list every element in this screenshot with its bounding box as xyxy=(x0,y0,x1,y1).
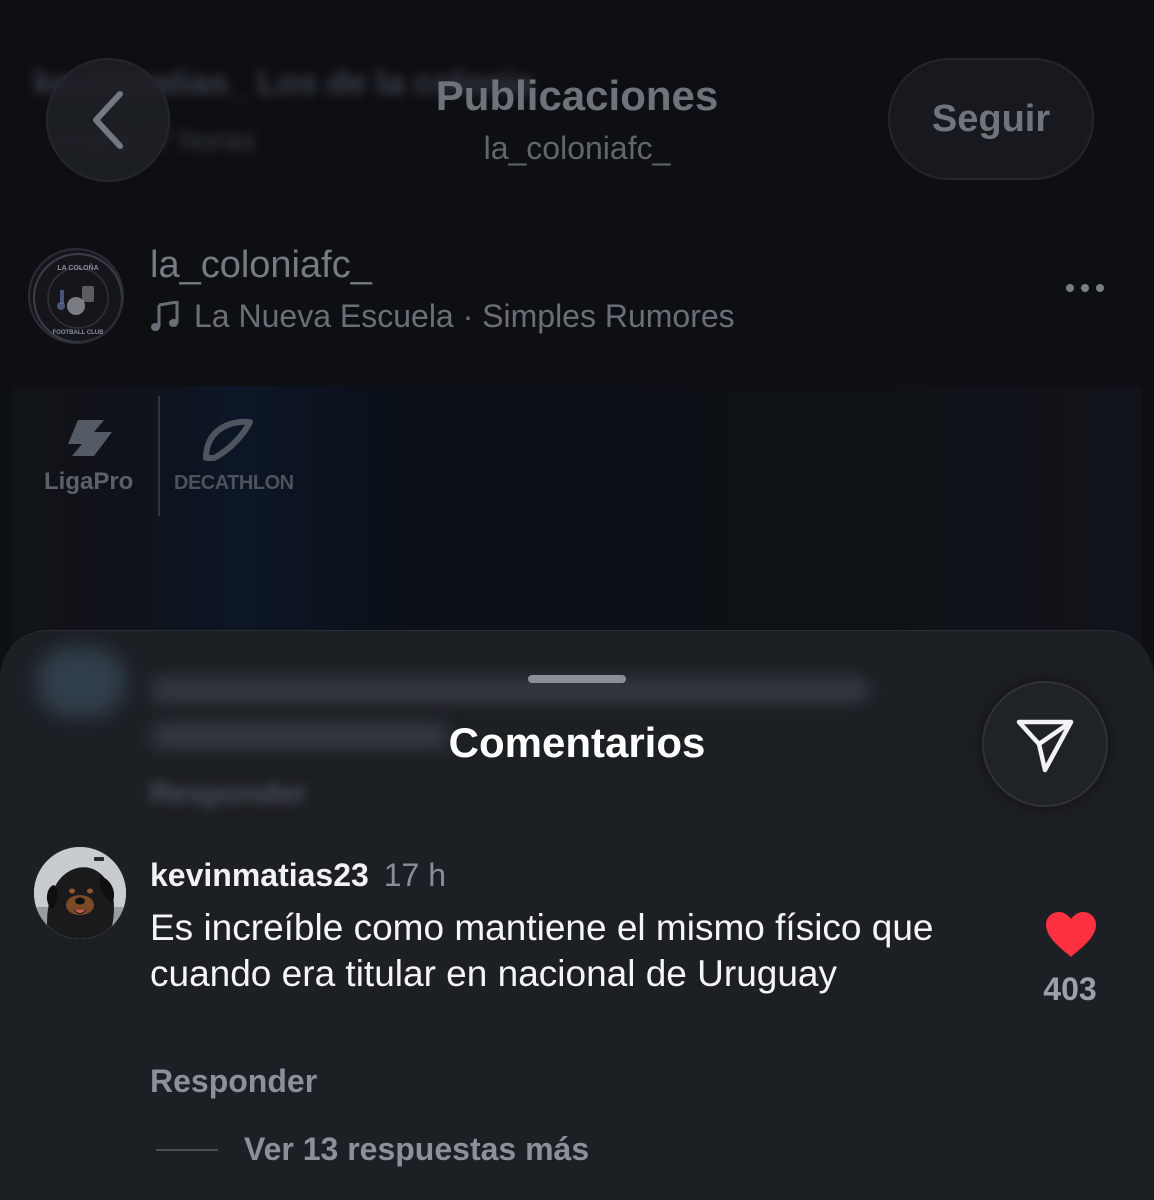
more-options-button[interactable] xyxy=(1066,284,1104,292)
commenter-avatar[interactable] xyxy=(34,847,126,939)
ligapro-logo-icon xyxy=(68,420,112,456)
comment-header: kevinmatias23 17 h xyxy=(150,857,446,894)
logo-divider xyxy=(158,396,160,516)
crest-top-text: LA COLOÑA xyxy=(57,263,98,272)
view-replies-button[interactable]: Ver 13 respuestas más xyxy=(156,1131,589,1168)
decathlon-logo-text: DECATHLON xyxy=(174,472,294,494)
comment-time: 17 h xyxy=(383,857,446,893)
ghost-reply: Responder xyxy=(150,777,307,810)
follow-button[interactable]: Seguir xyxy=(888,58,1094,180)
club-crest-icon: LA COLOÑA FOOTBALL CLUB xyxy=(33,253,122,342)
like-button[interactable] xyxy=(1044,911,1098,964)
crest-bottom-text: FOOTBALL CLUB xyxy=(53,330,105,336)
view-replies-label: Ver 13 respuestas más xyxy=(244,1131,590,1167)
screen: kevinmatias_ Los de la colonia Hace 17 h… xyxy=(0,0,1154,1200)
dot-icon xyxy=(1066,284,1074,292)
ligapro-logo-text: LigaPro xyxy=(44,468,134,495)
decathlon-logo-icon xyxy=(203,418,253,461)
dot-icon xyxy=(1081,284,1089,292)
sheet-title: Comentarios xyxy=(448,719,706,766)
comments-sheet: Responder Comentarios kevinmatias23 17 h… xyxy=(0,630,1154,1200)
sheet-grabber[interactable] xyxy=(528,675,626,683)
post-username[interactable]: la_coloniafc_ xyxy=(150,244,372,287)
comment-username[interactable]: kevinmatias23 xyxy=(150,857,369,893)
post-author-avatar[interactable]: LA COLOÑA FOOTBALL CLUB xyxy=(28,248,124,344)
music-note-icon xyxy=(151,300,179,331)
ghost-text-line xyxy=(150,677,870,703)
share-button[interactable] xyxy=(982,681,1108,807)
send-icon xyxy=(1016,719,1074,773)
ghost-avatar xyxy=(36,647,126,717)
replies-divider-line xyxy=(156,1148,218,1151)
comment-text: Es increíble como mantiene el mismo físi… xyxy=(150,907,934,994)
audio-label: La Nueva Escuela · Simples Rumores xyxy=(194,298,735,334)
like-count: 403 xyxy=(1043,971,1097,1007)
post-audio[interactable]: La Nueva Escuela · Simples Rumores xyxy=(150,298,735,335)
dog-photo-icon xyxy=(34,847,126,939)
dot-icon xyxy=(1096,284,1104,292)
heart-icon xyxy=(1046,912,1096,957)
reply-button[interactable]: Responder xyxy=(150,1063,317,1100)
